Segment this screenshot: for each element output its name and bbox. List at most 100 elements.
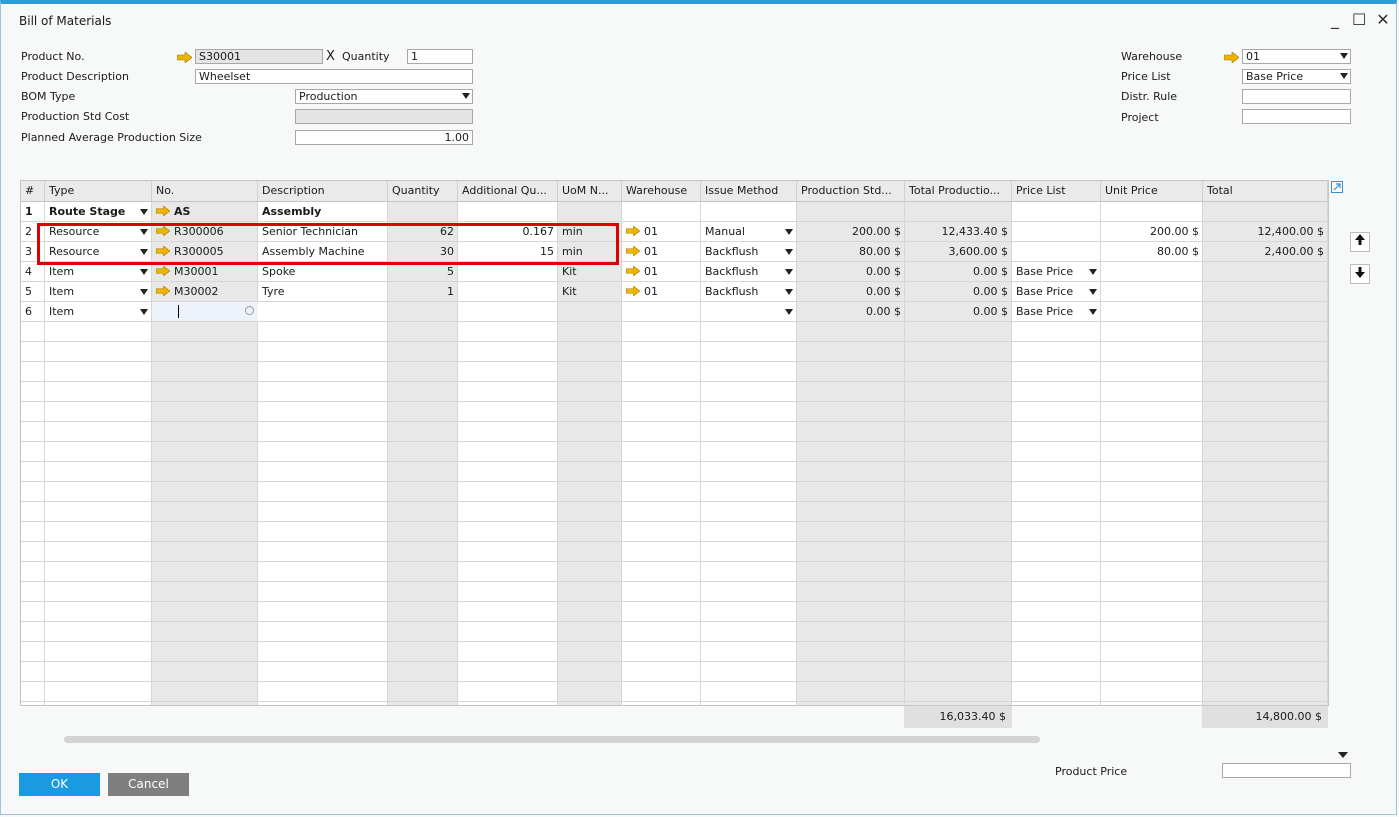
cell-addqty[interactable] [458,282,558,301]
cell-type[interactable]: Item [45,262,152,281]
link-arrow-icon[interactable] [625,285,641,297]
cell-total[interactable] [1203,282,1328,301]
cell-type[interactable]: Resource [45,242,152,261]
cell-pstd[interactable]: 200.00 $ [797,222,905,241]
horizontal-scrollbar[interactable] [64,736,1040,743]
table-row[interactable] [21,682,1328,702]
column-header[interactable]: Total [1203,181,1328,201]
cell-plist[interactable]: Base Price [1012,302,1101,321]
cell-uom[interactable] [558,202,622,221]
link-arrow-icon[interactable] [625,265,641,277]
cell-wh[interactable]: 01 [622,262,701,281]
cell-tprod[interactable] [905,202,1012,221]
cell-qty[interactable] [388,202,458,221]
link-arrow-icon[interactable] [155,225,171,237]
cell-uprice[interactable] [1101,262,1203,281]
cell-addqty[interactable]: 0.167 [458,222,558,241]
list-icon[interactable] [245,306,254,315]
cell-type[interactable]: Item [45,282,152,301]
chevron-down-icon[interactable] [140,289,148,295]
cell-tprod[interactable]: 3,600.00 $ [905,242,1012,261]
expand-icon[interactable] [1331,181,1343,193]
link-arrow-icon[interactable] [155,265,171,277]
column-header[interactable]: Total Productio... [905,181,1012,201]
cell-plist[interactable] [1012,202,1101,221]
cell-qty[interactable]: 1 [388,282,458,301]
cell-uprice[interactable] [1101,302,1203,321]
cell-plist[interactable] [1012,222,1101,241]
table-row[interactable] [21,642,1328,662]
cell-addqty[interactable] [458,262,558,281]
move-up-button[interactable] [1350,232,1370,252]
chevron-down-icon[interactable] [785,269,793,275]
table-row[interactable] [21,522,1328,542]
cell-total[interactable] [1203,202,1328,221]
column-header[interactable]: Additional Qu... [458,181,558,201]
chevron-down-icon[interactable] [785,289,793,295]
column-header[interactable]: Issue Method [701,181,797,201]
chevron-down-icon[interactable] [140,269,148,275]
link-arrow-icon[interactable] [155,285,171,297]
bom-type-select[interactable]: Production [295,89,473,104]
cell-issue[interactable]: Backflush [701,262,797,281]
cell-wh[interactable]: 01 [622,222,701,241]
column-header[interactable]: Warehouse [622,181,701,201]
table-row[interactable] [21,602,1328,622]
chevron-down-icon[interactable] [785,229,793,235]
table-row[interactable]: 2 Resource R300006 Senior Technician 62 0.167… [21,222,1328,242]
table-row[interactable]: 6 Item 0.00 $ 0.00 $ Base Price [21,302,1328,322]
cell-uprice[interactable] [1101,202,1203,221]
table-row[interactable] [21,462,1328,482]
cell-pstd[interactable]: 80.00 $ [797,242,905,261]
table-row[interactable] [21,542,1328,562]
table-row[interactable] [21,322,1328,342]
cell-desc[interactable]: Assembly Machine [258,242,388,261]
table-row[interactable]: 5 Item M30002 Tyre 1 Kit 01 Backflush 0.00 $ 0.00… [21,282,1328,302]
cell-uom[interactable]: min [558,222,622,241]
link-arrow-icon[interactable] [625,245,641,257]
column-header[interactable]: Price List [1012,181,1101,201]
cell-uom[interactable]: Kit [558,282,622,301]
chevron-down-icon[interactable] [1089,309,1097,315]
cell-no[interactable]: AS [152,202,258,221]
table-row[interactable]: 4 Item M30001 Spoke 5 Kit 01 Backflush 0.00 $ 0.0… [21,262,1328,282]
cell-tprod[interactable]: 0.00 $ [905,262,1012,281]
cell-total[interactable]: 12,400.00 $ [1203,222,1328,241]
cell-no[interactable] [152,302,258,321]
price-list-select[interactable]: Base Price [1242,69,1351,84]
cell-plist[interactable]: Base Price [1012,282,1101,301]
cell-wh[interactable]: 01 [622,282,701,301]
cell-total[interactable] [1203,302,1328,321]
cell-issue[interactable] [701,202,797,221]
chevron-down-icon[interactable] [140,249,148,255]
cell-type[interactable]: Item [45,302,152,321]
quantity-field[interactable]: 1 [407,49,473,64]
product-desc-field[interactable]: Wheelset [195,69,473,84]
chevron-down-icon[interactable] [140,209,148,215]
column-header[interactable]: Type [45,181,152,201]
minimize-icon[interactable]: _ [1328,10,1342,29]
warehouse-select[interactable]: 01 [1242,49,1351,64]
chevron-down-icon[interactable] [140,229,148,235]
column-header[interactable]: # [21,181,45,201]
table-row[interactable] [21,482,1328,502]
cell-qty[interactable]: 62 [388,222,458,241]
project-field[interactable] [1242,109,1351,124]
cell-uprice[interactable] [1101,282,1203,301]
column-header[interactable]: No. [152,181,258,201]
table-row[interactable] [21,382,1328,402]
chevron-down-icon[interactable] [785,309,793,315]
cell-pstd[interactable]: 0.00 $ [797,282,905,301]
link-arrow-icon[interactable] [155,245,171,257]
cell-issue[interactable]: Manual [701,222,797,241]
column-header[interactable]: Unit Price [1101,181,1203,201]
cell-pstd[interactable] [797,202,905,221]
cell-type[interactable]: Resource [45,222,152,241]
close-icon[interactable]: ✕ [1376,10,1390,29]
cell-uprice[interactable]: 200.00 $ [1101,222,1203,241]
link-arrow-icon[interactable] [1224,52,1239,63]
link-arrow-icon[interactable] [625,225,641,237]
cell-plist[interactable] [1012,242,1101,261]
cell-wh[interactable]: 01 [622,242,701,261]
cell-addqty[interactable]: 15 [458,242,558,261]
